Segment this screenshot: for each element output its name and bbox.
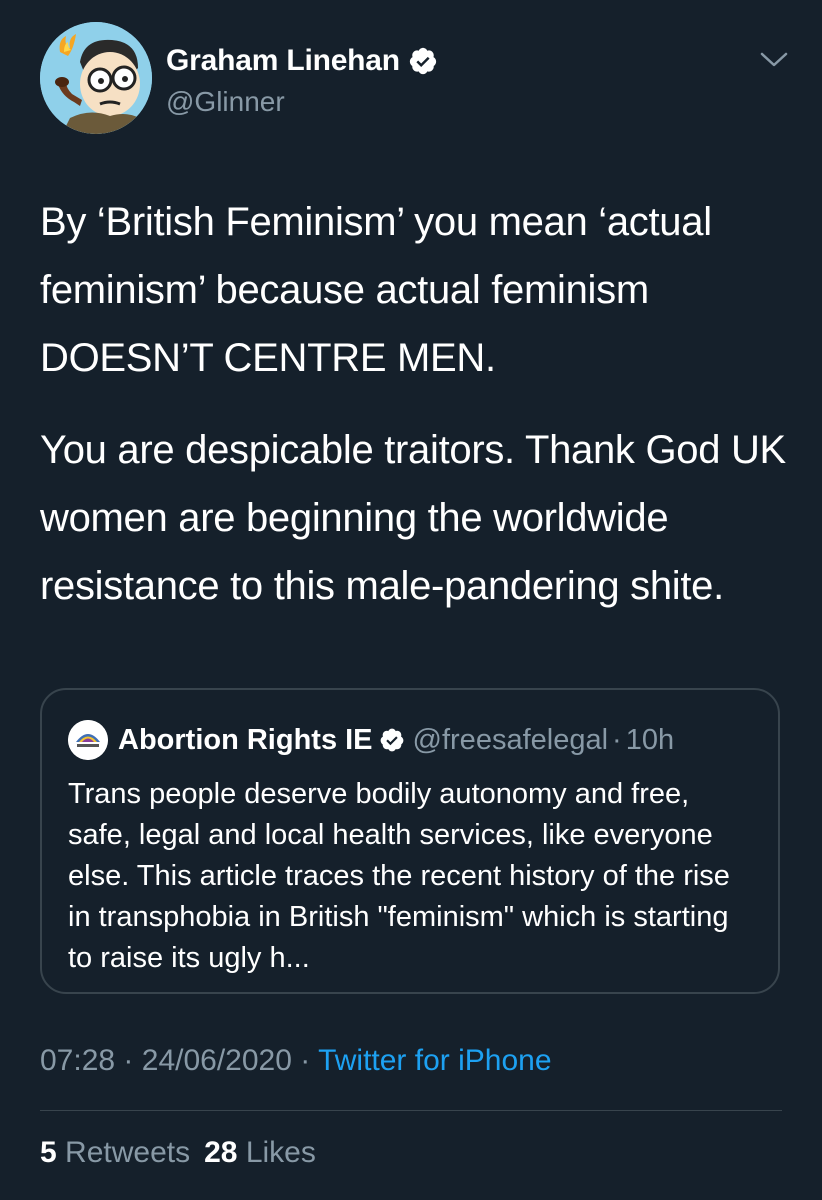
abortion-rights-logo-icon: [68, 720, 108, 760]
quoted-tweet-card[interactable]: Abortion Rights IE @freesafelegal · 10h …: [40, 688, 780, 994]
divider: [40, 1110, 782, 1111]
cartoon-avatar-icon: [40, 22, 152, 134]
tweet-text: By ‘British Feminism’ you mean ‘actual f…: [40, 188, 800, 644]
separator-dot: ·: [123, 1044, 134, 1077]
author-avatar[interactable]: [40, 22, 152, 134]
tweet-paragraph: By ‘British Feminism’ you mean ‘actual f…: [40, 200, 712, 380]
author-display-name[interactable]: Graham Linehan: [166, 44, 400, 78]
likes-stat[interactable]: 28 Likes: [204, 1136, 316, 1169]
quoted-tweet-time[interactable]: 10h: [626, 724, 674, 757]
likes-count: 28: [204, 1136, 238, 1169]
chevron-down-icon[interactable]: [758, 50, 790, 70]
quoted-author-avatar[interactable]: [68, 720, 108, 760]
author-handle[interactable]: @Glinner: [166, 86, 285, 118]
quoted-tweet-header: Abortion Rights IE @freesafelegal · 10h: [68, 720, 674, 760]
quoted-author-display-name[interactable]: Abortion Rights IE: [118, 724, 373, 757]
tweet-paragraph: You are despicable traitors. Thank God U…: [40, 428, 786, 608]
tweet-stats: 5 Retweets 28 Likes: [40, 1136, 316, 1170]
separator-dot: ·: [612, 723, 622, 756]
verified-badge-icon: [379, 727, 405, 753]
tweet-date[interactable]: 24/06/2020: [142, 1044, 292, 1077]
verified-badge-icon: [408, 46, 438, 76]
author-name-row: Graham Linehan: [166, 44, 438, 78]
tweet-time[interactable]: 07:28: [40, 1044, 115, 1077]
tweet-header: Graham Linehan @Glinner: [40, 22, 790, 142]
retweets-count: 5: [40, 1136, 57, 1169]
retweets-stat[interactable]: 5 Retweets: [40, 1136, 190, 1169]
likes-label: Likes: [245, 1136, 316, 1169]
tweet-meta: 07:28 · 24/06/2020 · Twitter for iPhone: [40, 1044, 552, 1078]
quoted-tweet-text: Trans people deserve bodily autonomy and…: [68, 778, 730, 974]
separator-dot: ·: [300, 1044, 311, 1077]
quoted-author-handle[interactable]: @freesafelegal: [413, 724, 609, 757]
tweet-source-link[interactable]: Twitter for iPhone: [318, 1044, 551, 1077]
retweets-label: Retweets: [65, 1136, 191, 1169]
